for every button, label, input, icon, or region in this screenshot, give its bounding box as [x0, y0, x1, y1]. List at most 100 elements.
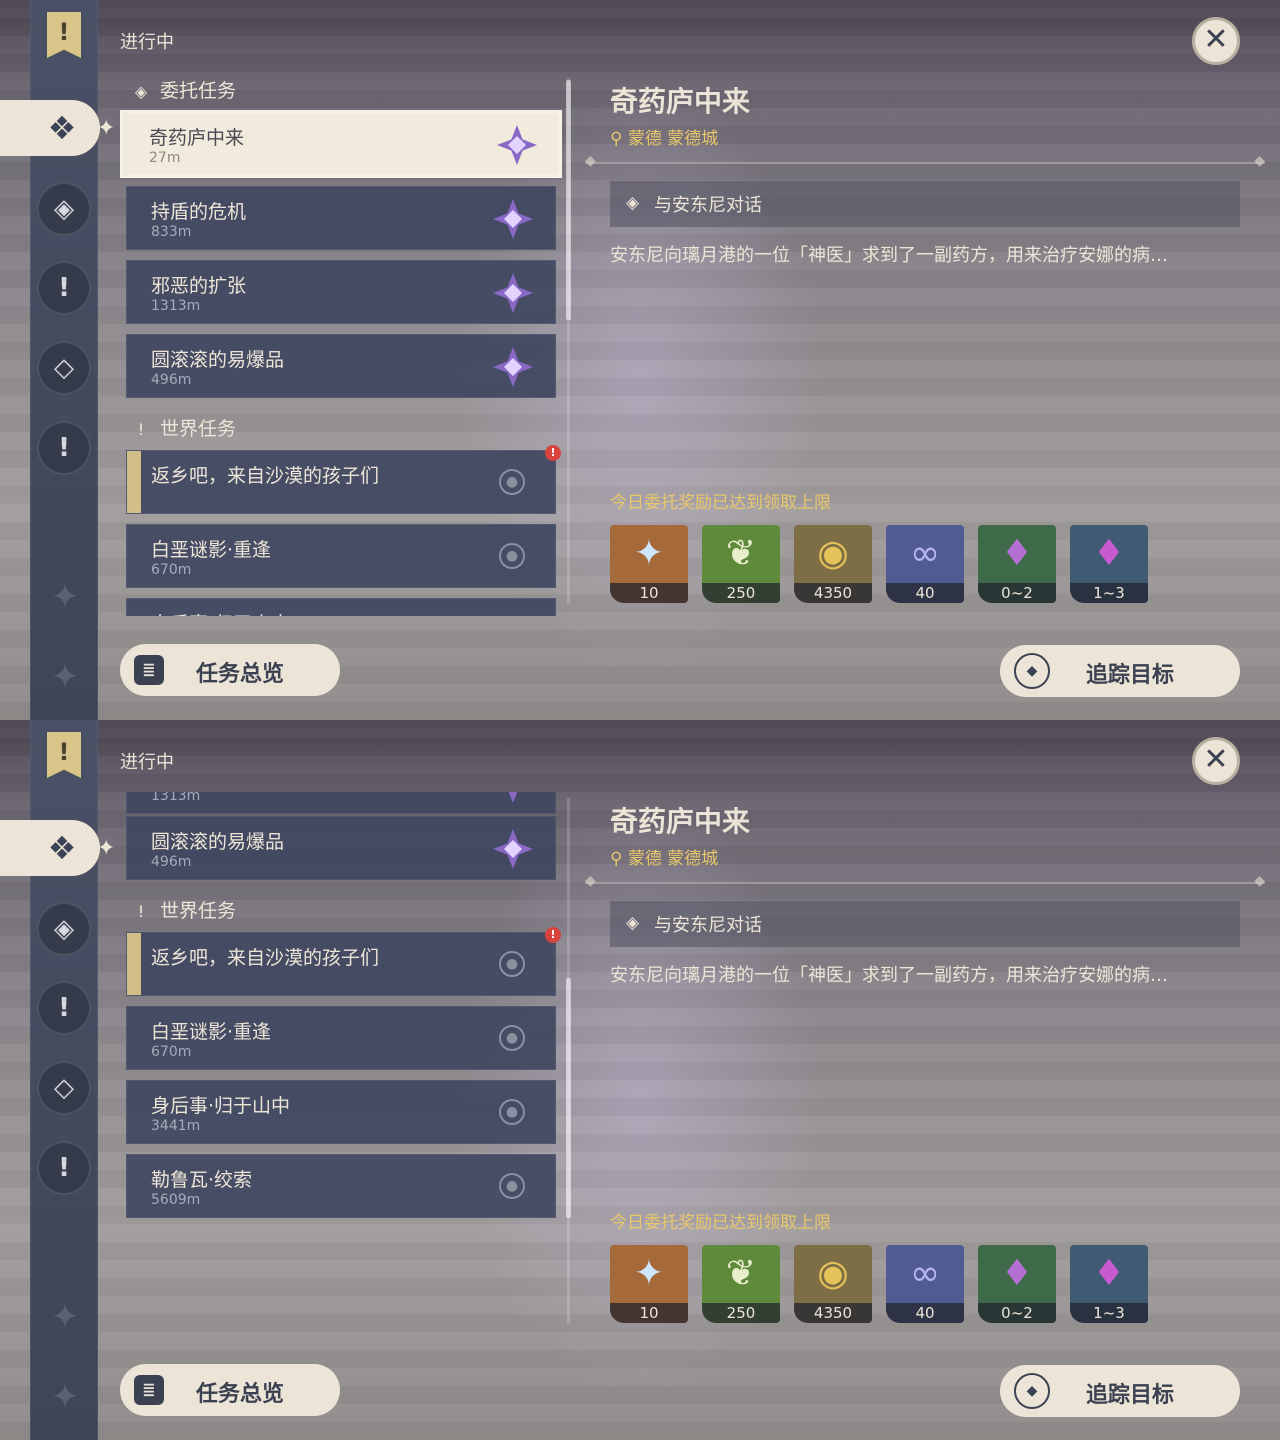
scrollbar-thumb[interactable] — [566, 80, 571, 320]
quest-name: 白垩谜影·重逢 — [151, 539, 272, 561]
sidebar-item-world[interactable]: ! — [37, 981, 91, 1035]
location-pin-icon: ⚲ — [610, 849, 628, 869]
quest-book-icon: ≣ — [134, 655, 164, 685]
crystal-cluster-icon: ♦ — [1092, 1253, 1126, 1294]
sidebar-item-archon[interactable]: ◈ — [37, 182, 91, 236]
reward-item[interactable]: ✦ 10 — [610, 1245, 688, 1323]
close-button[interactable]: ✕ — [1192, 17, 1240, 65]
quest-item[interactable]: 勒鲁瓦·绞索 5609m ● — [126, 1154, 556, 1218]
mora-icon: ◉ — [817, 533, 849, 574]
location-pin-icon: ● — [499, 469, 525, 495]
quest-distance: 27m — [149, 150, 181, 166]
track-diamond-icon: ◆ — [1014, 653, 1050, 689]
divider — [585, 153, 1265, 169]
quest-distance: 5609m — [151, 1192, 201, 1208]
crystal-icon: ♦ — [1000, 1253, 1034, 1294]
reward-item[interactable]: ∞ 40 — [886, 525, 964, 603]
reward-limit-note: 今日委托奖励已达到领取上限 — [610, 493, 831, 513]
quest-item[interactable]: 白垩谜影·重逢 670m ● — [126, 1006, 556, 1070]
reward-item[interactable]: ∞ 40 — [886, 1245, 964, 1323]
reward-item[interactable]: ♦ 1~3 — [1070, 1245, 1148, 1323]
quest-distance: 3441m — [151, 1118, 201, 1134]
quest-item[interactable]: 白垩谜影·重逢 670m ● — [126, 524, 556, 588]
quest-item[interactable]: 圆滚滚的易爆品 496m — [126, 334, 556, 398]
quest-distance: 496m — [151, 854, 192, 870]
reward-item[interactable]: ♦ 1~3 — [1070, 525, 1148, 603]
quest-distance: 670m — [151, 1044, 192, 1060]
quest-name: 身后事·归于山中 — [151, 609, 290, 616]
quest-item[interactable]: 身后事·归于山中 — [126, 598, 556, 616]
scrollbar-thumb[interactable] — [566, 978, 571, 1218]
reward-item[interactable]: ❦ 250 — [702, 1245, 780, 1323]
selection-sparkle-icon: ✦ — [97, 116, 116, 141]
quest-item[interactable]: 返乡吧，来自沙漠的孩子们 ● ! — [126, 927, 561, 996]
sidebar-item-story[interactable]: ◇ — [37, 341, 91, 395]
quest-overview-button[interactable]: ≣ 任务总览 — [120, 644, 340, 696]
section-commission: ◈ 委托任务 — [130, 76, 236, 106]
companionship-exp-icon: ∞ — [910, 533, 940, 574]
sidebar-item-archon[interactable]: ◈ — [37, 902, 91, 956]
sidebar-item-story[interactable]: ◇ — [37, 1061, 91, 1115]
quest-description: 安东尼向璃月港的一位「神医」求到了一副药方，用来治疗安娜的病… — [610, 245, 1168, 266]
quest-title: 奇药庐中来 — [610, 85, 751, 118]
adventure-exp-icon: ❦ — [725, 1253, 757, 1294]
quest-description: 安东尼向璃月港的一位「神医」求到了一副药方，用来治疗安娜的病… — [610, 965, 1168, 986]
quest-item[interactable]: 返乡吧，来自沙漠的孩子们 ● ! — [126, 445, 561, 514]
reward-item[interactable]: ◉ 4350 — [794, 525, 872, 603]
sidebar-item-commission[interactable]: ❖ — [0, 100, 100, 156]
quest-location: ⚲ 蒙德 蒙德城 — [610, 129, 719, 149]
rail-deco-icon: ✦ — [50, 657, 80, 697]
quest-list[interactable]: 邪恶的扩张 1313m 圆滚滚的易爆品 496m !世界任务 返乡吧，来自沙漠的… — [118, 792, 566, 1336]
quest-name: 邪恶的扩张 — [151, 275, 247, 297]
reward-item[interactable]: ♦ 0~2 — [978, 1245, 1056, 1323]
quest-item-selected[interactable]: 奇药庐中来 27m — [120, 110, 562, 178]
commission-star-icon — [493, 199, 533, 239]
archon-quest-icon: ◈ — [54, 194, 74, 224]
sidebar-item-commission[interactable]: ❖ — [0, 820, 100, 876]
close-icon: ✕ — [1203, 22, 1229, 57]
close-button[interactable]: ✕ — [1192, 737, 1240, 785]
quest-distance: 833m — [151, 224, 192, 240]
rail-deco-icon: ✦ — [50, 1297, 80, 1337]
primogem-icon: ✦ — [633, 533, 665, 574]
event-quest-icon: ! — [58, 433, 70, 463]
rail-deco-icon: ✦ — [50, 1377, 80, 1417]
quest-overview-button[interactable]: ≣ 任务总览 — [120, 1364, 340, 1416]
objective-diamond-icon: ◈ — [626, 193, 640, 213]
sidebar-item-world[interactable]: ! — [37, 261, 91, 315]
track-target-button[interactable]: ◆ 追踪目标 — [1000, 1365, 1240, 1417]
world-quest-icon: ! — [58, 273, 70, 303]
crystal-cluster-icon: ♦ — [1092, 533, 1126, 574]
quest-item[interactable]: 持盾的危机 833m — [126, 186, 556, 250]
quest-distance: 496m — [151, 372, 192, 388]
tracked-flag-icon — [127, 451, 141, 513]
selection-sparkle-icon: ✦ — [97, 836, 116, 861]
location-pin-icon: ⚲ — [610, 129, 628, 149]
quest-item[interactable]: 邪恶的扩张 1313m — [126, 260, 556, 324]
reward-item[interactable]: ✦ 10 — [610, 525, 688, 603]
reward-item[interactable]: ❦ 250 — [702, 525, 780, 603]
sidebar-item-event[interactable]: ! — [37, 1141, 91, 1195]
sidebar-item-event[interactable]: ! — [37, 421, 91, 475]
commission-star-icon — [497, 125, 537, 165]
quest-item[interactable]: 身后事·归于山中 3441m ● — [126, 1080, 556, 1144]
quest-name: 身后事·归于山中 — [151, 1095, 291, 1117]
quest-list[interactable]: ◈ 委托任务 奇药庐中来 27m 持盾的危机 833m 邪恶的扩张 1313m 圆… — [118, 72, 566, 616]
reward-item[interactable]: ♦ 0~2 — [978, 525, 1056, 603]
reward-item[interactable]: ◉ 4350 — [794, 1245, 872, 1323]
world-quest-icon: ! — [58, 993, 70, 1023]
quest-item[interactable]: 圆滚滚的易爆品 496m — [126, 816, 556, 880]
quest-title: 奇药庐中来 — [610, 805, 751, 838]
quest-name: 返乡吧，来自沙漠的孩子们 — [151, 465, 380, 487]
quest-name: 圆滚滚的易爆品 — [151, 349, 285, 371]
track-target-button[interactable]: ◆ 追踪目标 — [1000, 645, 1240, 697]
world-section-icon: ! — [137, 420, 145, 439]
quest-step: ◈ 与安东尼对话 — [610, 181, 1240, 227]
quest-name: 奇药庐中来 — [149, 127, 245, 149]
quest-item[interactable]: 邪恶的扩张 1313m — [126, 792, 556, 814]
adventure-exp-icon: ❦ — [725, 533, 757, 574]
section-world: ! 世界任务 — [130, 896, 236, 926]
location-pin-icon: ● — [499, 543, 525, 569]
primogem-icon: ✦ — [633, 1253, 665, 1294]
companionship-exp-icon: ∞ — [910, 1253, 940, 1294]
